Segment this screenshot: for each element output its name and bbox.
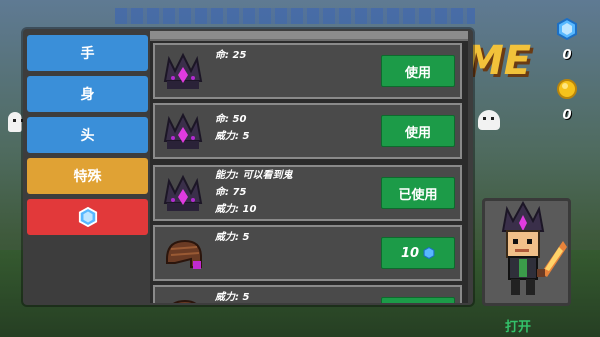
stat-line: 威力: 10 — [215, 204, 257, 215]
ghost-sprite — [8, 112, 25, 132]
gem-counter: 0 — [552, 17, 582, 63]
list-item: 威力: 5 — [153, 285, 462, 303]
helmet-icon — [173, 299, 197, 303]
gem-icon — [557, 17, 577, 41]
buy-button[interactable] — [381, 297, 455, 303]
character-sprite — [501, 200, 567, 295]
crown-icon — [163, 174, 203, 211]
gem-icon — [78, 207, 97, 227]
price-value: 10 — [400, 245, 420, 261]
tab-special[interactable]: 特殊 — [27, 158, 148, 194]
blurred-banner-text — [115, 8, 475, 24]
stat-line: 命: 75 — [215, 187, 247, 198]
use-button[interactable]: 使用 — [381, 55, 455, 87]
tab-head[interactable]: 头 — [27, 117, 148, 153]
list-item: 威力: 5 10 — [153, 225, 462, 281]
helmet-icon — [166, 239, 202, 269]
stat-line: 威力: 5 — [215, 131, 250, 142]
crown-icon — [163, 112, 203, 149]
item-stats: 威力: 5 — [215, 229, 249, 246]
tab-label: 手 — [80, 46, 95, 62]
tab-label: 头 — [80, 128, 95, 144]
gem-icon — [423, 247, 435, 259]
tab-label: 身 — [80, 87, 95, 103]
stat-line: 威力: 5 — [215, 292, 250, 303]
tab-hand[interactable]: 手 — [27, 35, 148, 71]
equipped-button[interactable]: 已使用 — [381, 177, 455, 209]
item-stats: 威力: 5 — [215, 289, 249, 303]
character-preview — [482, 198, 571, 306]
list-item: 命: 50 威力: 5 使用 — [153, 103, 462, 159]
open-button-text: 打开 — [504, 320, 531, 335]
list-item: 能力: 可以看到鬼 命: 75 威力: 10 已使用 — [153, 165, 462, 221]
item-stats: 命: 50 威力: 5 — [215, 111, 249, 145]
stat-line: 威力: 5 — [215, 232, 250, 243]
stat-line: 能力: 可以看到鬼 — [215, 170, 293, 181]
game-title-fragment: ME — [464, 38, 532, 84]
use-button[interactable]: 使用 — [381, 115, 455, 147]
buy-button[interactable]: 10 — [381, 237, 455, 269]
tab-gem[interactable] — [27, 199, 148, 235]
stat-line: 命: 50 — [215, 114, 247, 125]
crown-icon — [163, 52, 203, 89]
item-stats: 命: 25 — [215, 47, 246, 64]
list-item: 命: 25 使用 — [153, 43, 462, 99]
item-list[interactable]: 命: 25 使用 命: 50 威力: 5 使用 能力: 可以看到鬼 命: 75 … — [150, 31, 468, 303]
item-stats: 能力: 可以看到鬼 命: 75 威力: 10 — [215, 167, 292, 218]
gem-count: 0 — [562, 48, 572, 63]
stat-line: 命: 25 — [215, 50, 247, 61]
list-top-rail — [150, 31, 468, 41]
tab-body[interactable]: 身 — [27, 76, 148, 112]
coin-icon — [557, 79, 577, 99]
tab-label: 特殊 — [73, 169, 102, 185]
coin-count: 0 — [562, 108, 572, 123]
coin-counter: 0 — [552, 78, 582, 123]
ghost-sprite — [478, 110, 500, 130]
